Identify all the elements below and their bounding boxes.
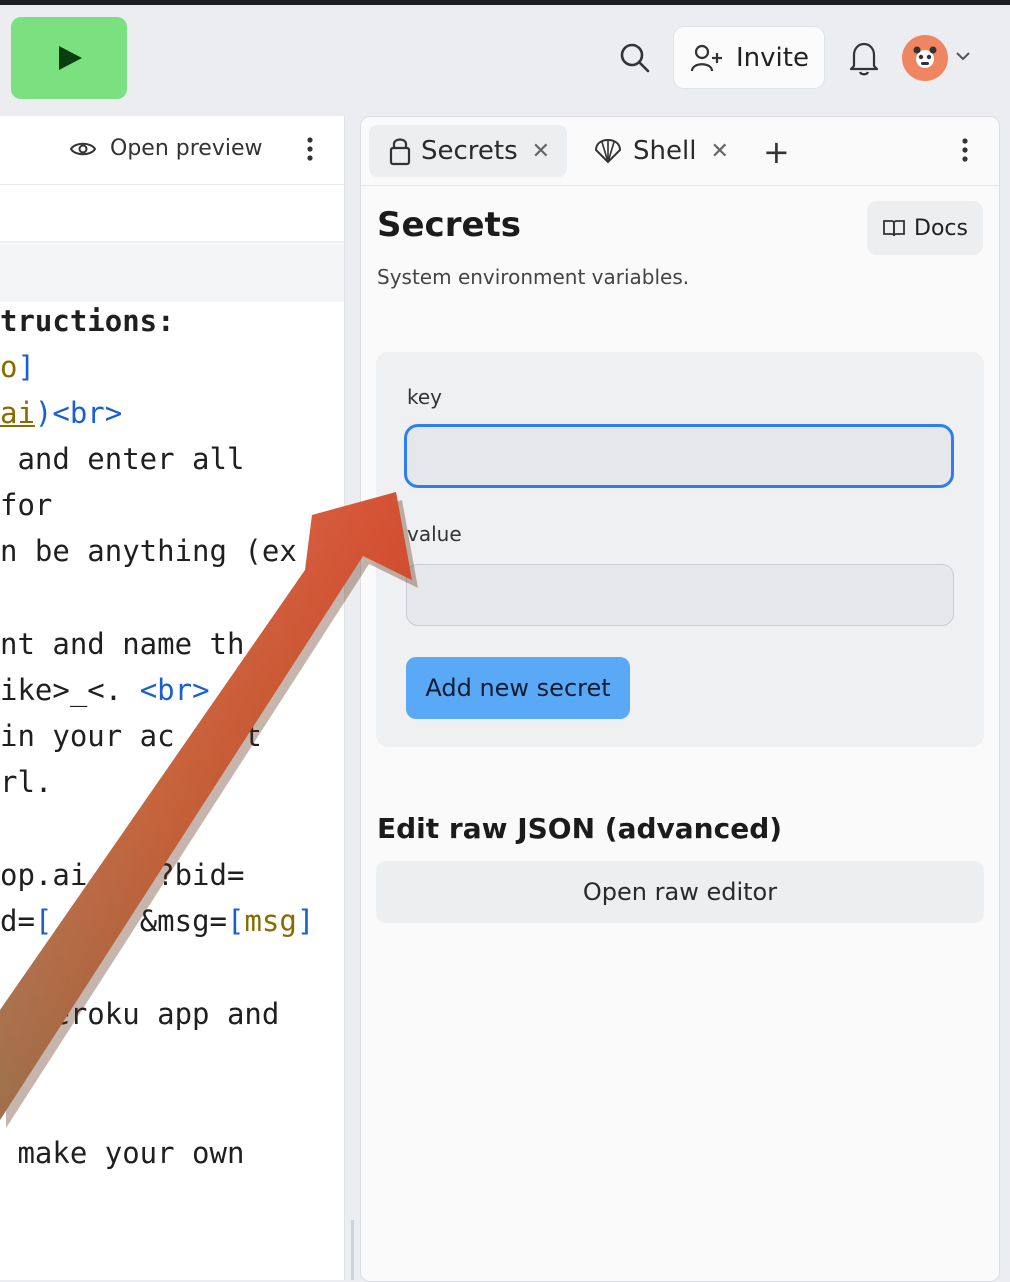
tab-secrets[interactable]: Secrets ✕ (369, 125, 567, 177)
tab-bar: Secrets ✕ Shell ✕ + (361, 117, 999, 186)
code-line: o] (0, 350, 35, 384)
code-line: tructions: (0, 304, 175, 338)
code-link: ai (0, 396, 35, 430)
add-tab-icon[interactable]: + (763, 133, 790, 171)
tab-label: Secrets (421, 136, 518, 166)
code-token: msg (244, 904, 297, 938)
editor-panel: Open preview tructions: o] ai)<br> and e… (0, 116, 345, 1280)
raw-json-heading: Edit raw JSON (advanced) (377, 812, 783, 845)
more-options-icon[interactable] (300, 134, 320, 164)
code-token: [ (227, 904, 245, 938)
more-options-icon[interactable] (955, 135, 975, 165)
panel-resize-handle[interactable] (351, 1220, 354, 1280)
docs-button[interactable]: Docs (867, 201, 983, 255)
editor-subbar (0, 185, 344, 243)
code-token: &msg= (52, 904, 227, 938)
code-line: and enter all (0, 442, 245, 476)
editor-current-line (0, 244, 344, 302)
code-line: n be anything (ex (0, 534, 297, 568)
docs-label: Docs (914, 215, 968, 241)
value-input[interactable] (406, 564, 954, 626)
top-border (0, 0, 1010, 5)
code-token: [ (34, 904, 53, 938)
close-icon[interactable]: ✕ (532, 139, 550, 164)
value-label: value (407, 522, 462, 546)
key-input[interactable] (404, 424, 954, 488)
code-token: <br> (139, 673, 210, 707)
code-token: <br> (52, 396, 123, 430)
close-icon[interactable]: ✕ (710, 139, 728, 164)
book-icon (883, 220, 905, 237)
add-secret-button[interactable]: Add new secret (406, 657, 630, 719)
avatar[interactable] (902, 35, 948, 81)
invite-button[interactable]: Invite (674, 27, 824, 88)
search-button[interactable] (617, 40, 653, 76)
secrets-panel: Secrets ✕ Shell ✕ + Secrets Docs System … (360, 116, 1000, 1282)
chevron-down-icon[interactable] (955, 50, 971, 62)
run-button[interactable] (11, 17, 127, 99)
code-line: rl. (0, 765, 53, 799)
new-secret-form: key value Add new secret (376, 352, 984, 747)
code-line: make your own (0, 1136, 245, 1170)
code-line: eroku app and (0, 997, 280, 1031)
code-line: in your ac t (0, 719, 262, 753)
code-token: ] (296, 904, 315, 938)
tab-label: Shell (633, 136, 697, 166)
open-preview-button[interactable]: Open preview (70, 136, 262, 161)
eye-icon (70, 142, 96, 155)
bell-icon (849, 42, 879, 76)
play-icon (59, 46, 82, 70)
code-token: d= (0, 904, 35, 938)
code-token: ) (34, 396, 53, 430)
open-raw-editor-button[interactable]: Open raw editor (376, 861, 984, 923)
code-line: ai)<br> (0, 396, 122, 430)
code-token: ike>_<. (0, 673, 140, 707)
code-line: for (0, 488, 53, 522)
invite-label: Invite (736, 42, 809, 73)
code-token: o (0, 350, 18, 384)
user-avatar-icon (913, 46, 937, 68)
open-preview-label: Open preview (110, 136, 263, 161)
shell-icon (594, 138, 622, 164)
code-line: d=[ &msg=[msg] (0, 904, 314, 938)
code-line: op.ai ?bid= (0, 858, 245, 892)
code-line: nt and name th (0, 627, 245, 661)
search-icon (620, 43, 650, 73)
tab-shell[interactable]: Shell ✕ (583, 125, 753, 177)
code-token: ] (17, 350, 35, 384)
page-title: Secrets (377, 205, 522, 245)
add-user-icon (690, 44, 722, 71)
notifications-button[interactable] (846, 38, 882, 78)
key-label: key (407, 385, 443, 409)
editor-header: Open preview (0, 116, 344, 185)
lock-icon (389, 138, 411, 166)
page-subtitle: System environment variables. (377, 265, 690, 289)
code-line: ike>_<. <br> (0, 673, 210, 707)
